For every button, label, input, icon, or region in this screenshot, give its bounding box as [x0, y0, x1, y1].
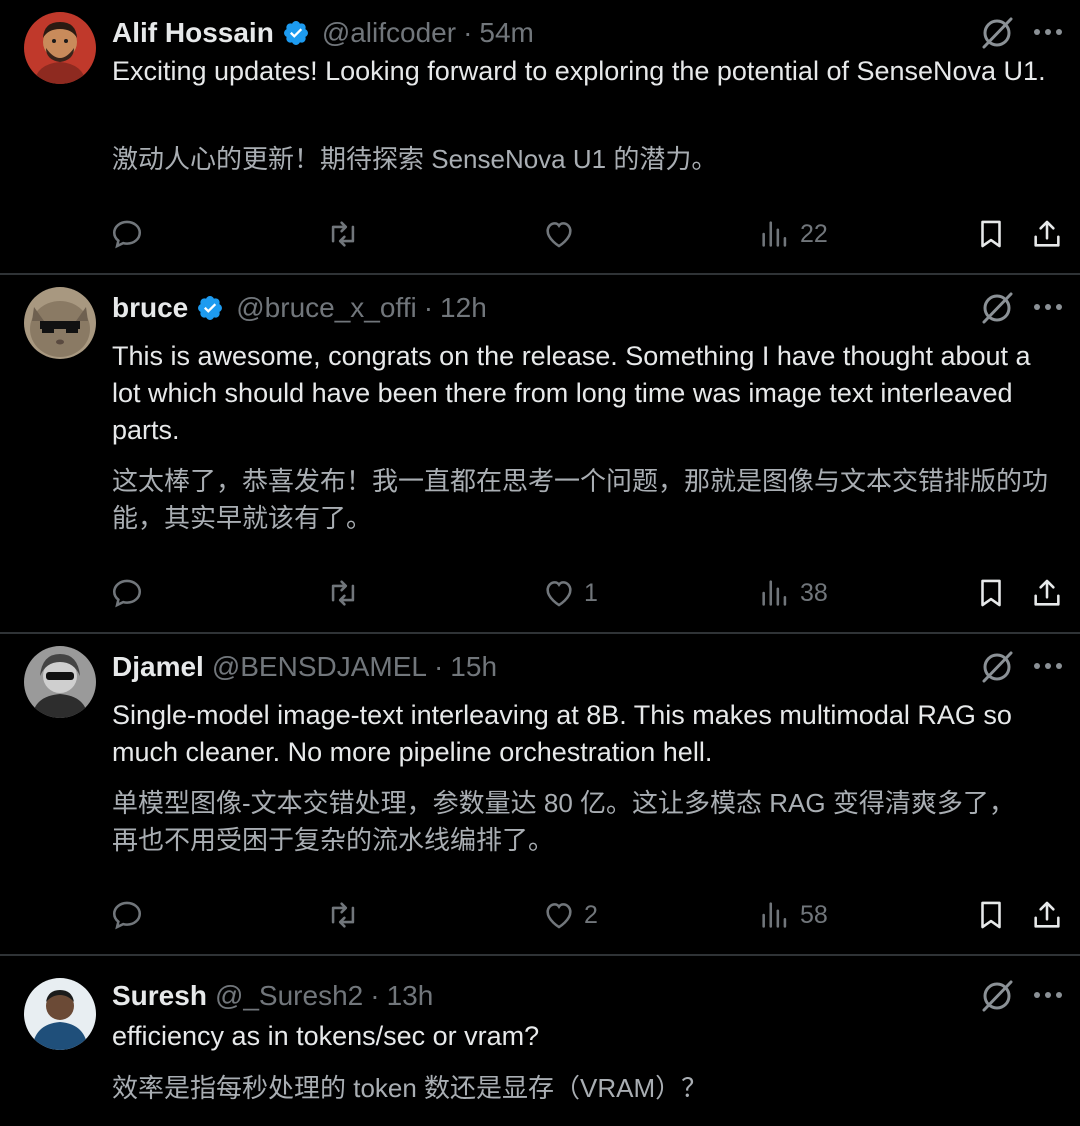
post[interactable]: bruce @bruce_x_offi · 12h This is awesom…	[0, 275, 1080, 634]
separator: ·	[433, 651, 444, 682]
avatar[interactable]	[24, 978, 96, 1050]
more-icon[interactable]	[1030, 293, 1066, 321]
post-translation: 这太棒了，恭喜发布！我一直都在思考一个问题，那就是图像与文本交错排版的功能，其实…	[112, 466, 1049, 533]
like-icon	[546, 222, 572, 248]
more-icon[interactable]	[1030, 18, 1066, 46]
post[interactable]: Suresh @_Suresh2 · 13h efficiency as in …	[0, 956, 1080, 1126]
avatar[interactable]	[24, 12, 96, 84]
repost-icon	[331, 902, 355, 928]
like-button[interactable]	[542, 212, 584, 256]
grok-icon[interactable]	[978, 977, 1016, 1015]
handle[interactable]: @_Suresh2	[215, 976, 363, 1016]
share-icon	[1034, 579, 1060, 606]
handle[interactable]: @BENSDJAMEL	[212, 647, 427, 687]
bookmark-icon	[981, 220, 1001, 248]
post-text: efficiency as in tokens/sec or vram?	[112, 1021, 540, 1051]
action-bar: 22	[0, 212, 1080, 256]
more-icon[interactable]	[1030, 652, 1066, 680]
reply-feed: Alif Hossain @alifcoder · 54m Exciting u…	[0, 0, 1080, 1126]
view-count: 58	[800, 900, 828, 929]
verified-badge-icon	[283, 21, 308, 45]
timestamp[interactable]: 54m	[479, 13, 533, 53]
avatar[interactable]	[24, 287, 96, 359]
view-count: 38	[800, 578, 828, 607]
reply-button[interactable]	[110, 893, 144, 937]
share-button[interactable]	[1030, 893, 1064, 937]
share-button[interactable]	[1030, 212, 1064, 256]
post-header: Suresh @_Suresh2 · 13h	[112, 976, 960, 1016]
post-translation: 单模型图像-文本交错处理，参数量达 80 亿。这让多模态 RAG 变得清爽多了，…	[112, 788, 1015, 855]
views-button[interactable]: 58	[758, 893, 828, 937]
share-icon	[1034, 220, 1060, 247]
separator: ·	[423, 292, 434, 323]
repost-button[interactable]	[326, 212, 360, 256]
post-header: bruce @bruce_x_offi · 12h	[112, 288, 960, 328]
like-icon	[546, 581, 572, 607]
post-text: Exciting updates! Looking forward to exp…	[112, 56, 1046, 86]
bookmark-icon	[981, 901, 1001, 929]
timestamp[interactable]: 15h	[450, 647, 497, 687]
repost-button[interactable]	[326, 893, 360, 937]
post-text: This is awesome, congrats on the release…	[112, 341, 1031, 445]
views-icon	[762, 221, 787, 247]
reply-icon	[112, 901, 142, 930]
like-button[interactable]: 2	[542, 893, 598, 937]
share-icon	[1034, 901, 1060, 928]
post-translation: 效率是指每秒处理的 token 数还是显存（VRAM）？	[112, 1073, 708, 1103]
action-bar: 1 38	[0, 571, 1080, 615]
bookmark-icon	[981, 579, 1001, 607]
post-translation: 激动人心的更新！期待探索 SenseNova U1 的潜力。	[112, 144, 718, 174]
like-icon	[546, 903, 572, 929]
views-icon	[762, 902, 787, 928]
handle[interactable]: @alifcoder	[322, 13, 456, 53]
post[interactable]: Djamel @BENSDJAMEL · 15h Single-model im…	[0, 634, 1080, 956]
reply-button[interactable]	[110, 212, 144, 256]
reply-icon	[112, 579, 142, 608]
handle[interactable]: @bruce_x_offi	[236, 288, 416, 328]
views-icon	[762, 580, 787, 606]
view-count: 22	[800, 219, 828, 248]
repost-button[interactable]	[326, 571, 360, 615]
post[interactable]: Alif Hossain @alifcoder · 54m Exciting u…	[0, 0, 1080, 275]
verified-badge-icon	[198, 296, 223, 320]
bookmark-button[interactable]	[974, 893, 1008, 937]
grok-icon[interactable]	[978, 648, 1016, 686]
like-button[interactable]: 1	[542, 571, 598, 615]
share-button[interactable]	[1030, 571, 1064, 615]
post-text: Single-model image-text interleaving at …	[112, 700, 1012, 767]
display-name[interactable]: Suresh	[112, 976, 207, 1016]
separator: ·	[370, 980, 380, 1011]
display-name[interactable]: Alif Hossain	[112, 13, 274, 53]
avatar[interactable]	[24, 646, 96, 718]
timestamp[interactable]: 12h	[440, 288, 487, 328]
display-name[interactable]: bruce	[112, 288, 188, 328]
action-bar: 2 58	[0, 893, 1080, 937]
post-header: Alif Hossain @alifcoder · 54m	[112, 13, 960, 53]
like-count: 2	[584, 900, 598, 929]
repost-icon	[331, 580, 355, 606]
grok-icon[interactable]	[978, 14, 1016, 52]
reply-icon	[112, 220, 142, 249]
views-button[interactable]: 22	[758, 212, 828, 256]
timestamp[interactable]: 13h	[387, 976, 434, 1016]
post-header: Djamel @BENSDJAMEL · 15h	[112, 647, 960, 687]
more-icon[interactable]	[1030, 981, 1066, 1009]
like-count: 1	[584, 578, 598, 607]
views-button[interactable]: 38	[758, 571, 828, 615]
reply-button[interactable]	[110, 571, 144, 615]
grok-icon[interactable]	[978, 289, 1016, 327]
bookmark-button[interactable]	[974, 212, 1008, 256]
display-name[interactable]: Djamel	[112, 647, 204, 687]
repost-icon	[331, 221, 355, 247]
bookmark-button[interactable]	[974, 571, 1008, 615]
separator: ·	[463, 17, 473, 48]
